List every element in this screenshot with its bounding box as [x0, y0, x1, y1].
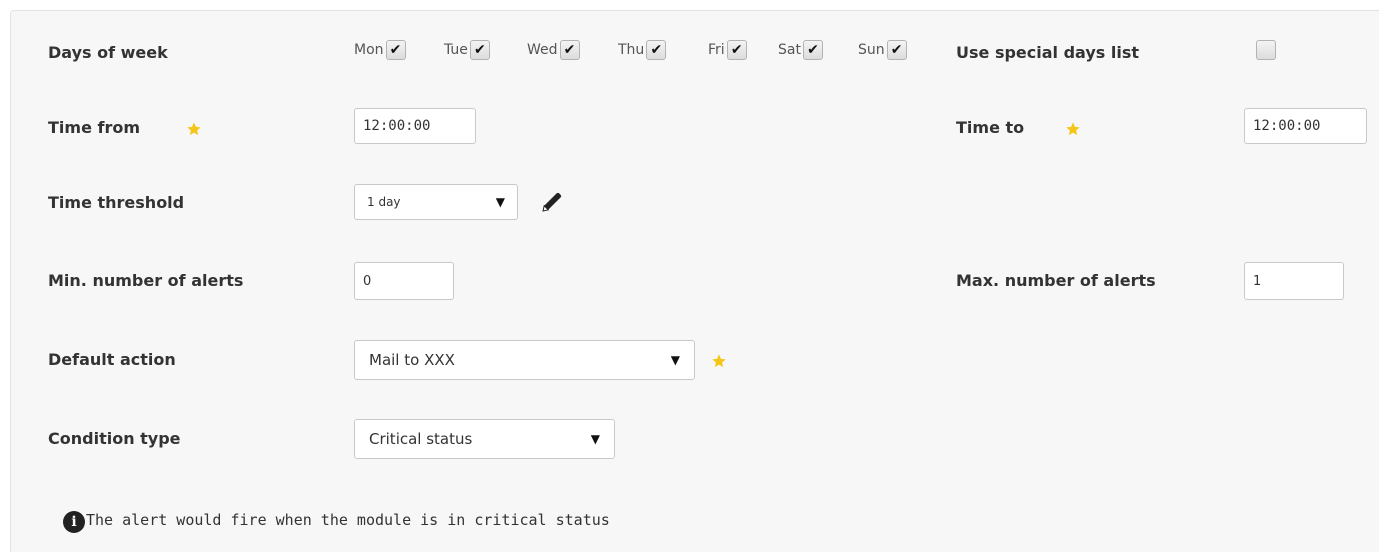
condition-type-value: Critical status — [369, 430, 473, 448]
default-action-label: Default action — [48, 350, 176, 369]
condition-type-label: Condition type — [48, 429, 181, 448]
day-sat[interactable]: Sat ✔ — [778, 40, 823, 60]
required-star-icon — [1066, 122, 1080, 136]
day-mon[interactable]: Mon ✔ — [354, 40, 406, 60]
day-sun-label: Sun — [858, 42, 885, 58]
day-fri[interactable]: Fri ✔ — [708, 40, 747, 60]
day-tue-checkbox[interactable]: ✔ — [469, 40, 490, 60]
chevron-down-icon: ▼ — [590, 432, 600, 446]
day-thu[interactable]: Thu ✔ — [618, 40, 667, 60]
min-alerts-input[interactable]: 0 — [354, 262, 454, 300]
special-days-checkbox[interactable] — [1256, 40, 1276, 60]
day-sun[interactable]: Sun ✔ — [858, 40, 907, 60]
day-wed[interactable]: Wed ✔ — [527, 40, 580, 60]
day-tue-label: Tue — [444, 42, 468, 58]
time-threshold-label: Time threshold — [48, 193, 185, 212]
default-action-value: Mail to XXX — [369, 351, 455, 369]
max-alerts-label: Max. number of alerts — [956, 271, 1156, 290]
pencil-icon[interactable] — [540, 190, 564, 214]
day-fri-label: Fri — [708, 42, 725, 58]
day-mon-checkbox[interactable]: ✔ — [385, 40, 406, 60]
day-tue[interactable]: Tue ✔ — [444, 40, 490, 60]
day-fri-checkbox[interactable]: ✔ — [726, 40, 747, 60]
day-sun-checkbox[interactable]: ✔ — [886, 40, 907, 60]
time-to-input[interactable]: 12:00:00 — [1244, 108, 1367, 144]
special-days-label: Use special days list — [956, 43, 1140, 62]
time-from-input[interactable]: 12:00:00 — [354, 108, 476, 144]
min-alerts-label: Min. number of alerts — [48, 271, 244, 290]
day-wed-label: Wed — [527, 42, 558, 58]
day-thu-checkbox[interactable]: ✔ — [646, 40, 667, 60]
time-to-label: Time to — [956, 118, 1025, 137]
max-alerts-input[interactable]: 1 — [1244, 262, 1344, 300]
day-sat-label: Sat — [778, 42, 801, 58]
chevron-down-icon: ▼ — [670, 353, 680, 367]
time-from-label: Time from — [48, 118, 141, 137]
info-icon: i — [63, 511, 85, 533]
days-of-week-label: Days of week — [48, 43, 168, 62]
time-threshold-value: 1 day — [367, 195, 401, 209]
day-thu-label: Thu — [618, 42, 645, 58]
day-mon-label: Mon — [354, 42, 384, 58]
chevron-down-icon: ▼ — [495, 195, 505, 209]
day-wed-checkbox[interactable]: ✔ — [559, 40, 580, 60]
required-star-icon — [187, 122, 201, 136]
condition-type-select[interactable]: Critical status ▼ — [354, 419, 615, 459]
default-action-select[interactable]: Mail to XXX ▼ — [354, 340, 695, 380]
time-threshold-select[interactable]: 1 day ▼ — [354, 184, 518, 220]
condition-info-text: The alert would fire when the module is … — [86, 511, 610, 529]
required-star-icon — [712, 354, 726, 368]
day-sat-checkbox[interactable]: ✔ — [802, 40, 823, 60]
